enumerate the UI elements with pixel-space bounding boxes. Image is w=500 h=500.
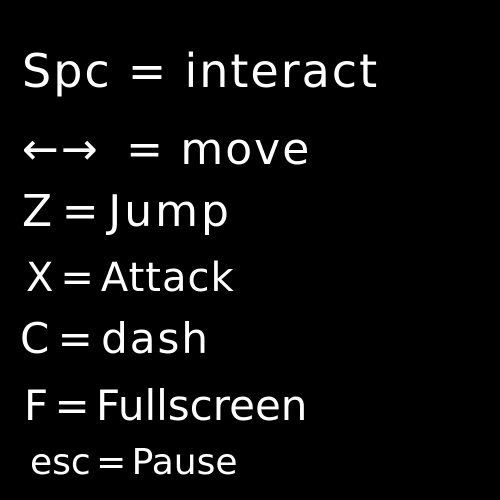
control-separator: = [57,314,95,363]
control-action-move: move [180,124,312,175]
control-fullscreen: F = Fullscreen [24,385,307,427]
control-key-arrows: ←→ [22,124,100,175]
control-separator: = [61,186,102,237]
control-action-interact: interact [184,44,380,98]
control-pause: esc = Pause [30,445,238,481]
control-key-f: F [24,381,49,430]
control-key-c: C [20,314,52,363]
control-separator: = [60,255,95,301]
control-jump: Z = Jump [22,190,232,234]
control-action-pause: Pause [131,442,238,483]
controls-screen: Spc = interact ←→ = move Z = Jump X = At… [0,0,500,500]
control-separator: = [127,44,169,98]
control-dash: C = dash [20,318,210,360]
control-move: ←→ = move [22,128,311,172]
control-separator: = [96,442,127,483]
control-key-space: Spc [22,44,112,98]
control-key-esc: esc [30,442,91,483]
control-action-fullscreen: Fullscreen [95,381,308,430]
control-attack: X = Attack [26,258,235,298]
control-key-z: Z [22,186,56,237]
control-separator: = [126,124,165,175]
control-separator: = [54,381,90,430]
control-action-jump: Jump [108,186,232,237]
control-key-x: X [26,255,55,301]
control-action-attack: Attack [100,255,235,301]
control-action-dash: dash [101,314,211,363]
control-interact: Spc = interact [22,48,379,94]
